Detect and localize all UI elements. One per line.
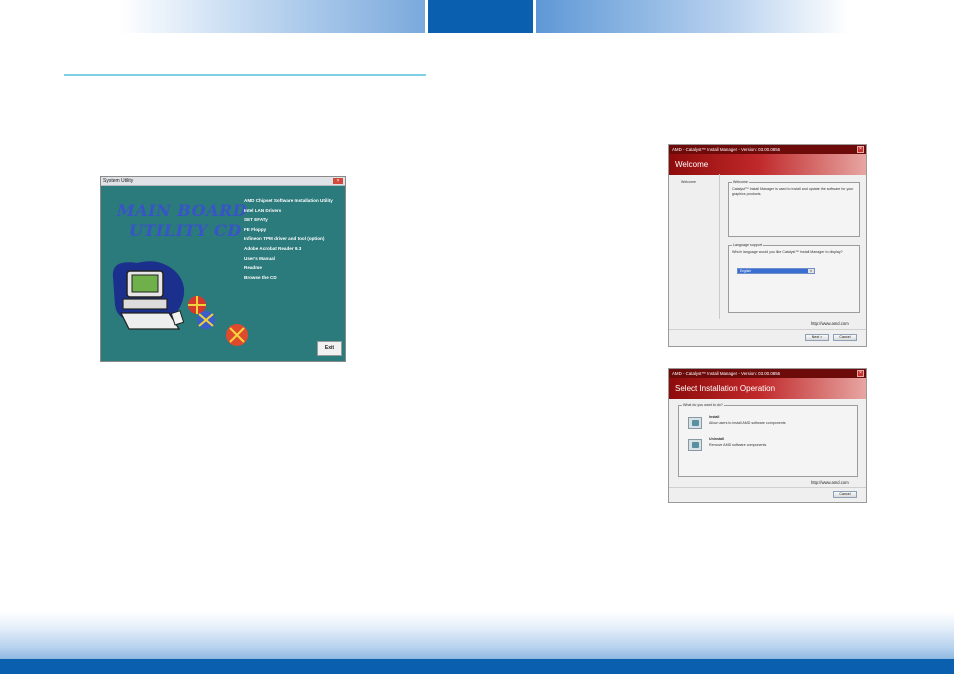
uninstall-desc: Remove AMD software components (709, 443, 767, 447)
dialog-title: AMD - Catalyst™ Install Manager - Versio… (672, 147, 781, 152)
exit-button[interactable]: Exit (317, 341, 342, 356)
menu-item-acrobat-reader[interactable]: Adobe Acrobat Reader 9.3 (244, 244, 333, 254)
install-option[interactable]: Install Allow users to install AMD softw… (688, 414, 848, 434)
footer-bar (0, 659, 954, 674)
computer-illustration (112, 261, 248, 346)
footer-band (0, 612, 954, 659)
dialog-titlebar: AMD - Catalyst™ Install Manager - Versio… (669, 145, 866, 154)
install-icon (688, 417, 702, 429)
step-divider (719, 174, 720, 319)
next-button[interactable]: Next > (805, 334, 829, 341)
chevron-down-icon[interactable]: ▾ (808, 269, 814, 273)
welcome-group-label: Welcome (732, 180, 749, 184)
header-band-right (536, 0, 954, 33)
menu-item-fe-floppy[interactable]: FE Floppy (244, 225, 333, 235)
menu-item-tpm-driver[interactable]: Infineon TPM driver and tool (option) (244, 234, 333, 244)
menu-item-set-efaty[interactable]: SET EFATy (244, 215, 333, 225)
language-group-label: Language support (732, 243, 763, 247)
install-title: Install (709, 415, 720, 419)
operation-group: What do you want to do? Install Allow us… (678, 403, 858, 477)
window-title: System Utility (103, 178, 134, 184)
uninstall-title: Uninstall (709, 437, 725, 441)
close-icon[interactable]: × (857, 370, 864, 377)
footer-divider (669, 487, 866, 488)
amd-url: http://www.amd.com (811, 480, 849, 485)
menu-item-lan-drivers[interactable]: Intel LAN Drivers (244, 206, 333, 216)
language-value: English (740, 269, 752, 273)
language-prompt: Which language would you like Catalyst™ … (732, 250, 843, 254)
welcome-banner: Welcome (669, 154, 866, 175)
section-rule (64, 74, 426, 76)
cd-title-line2: UTILITY CD (129, 221, 242, 240)
system-utility-window: System Utility × MAIN BOARD UTILITY CD A… (100, 176, 346, 362)
menu-item-amd-chipset[interactable]: AMD Chipset Software Installation Utilit… (244, 196, 333, 206)
cancel-button[interactable]: Cancel (833, 491, 857, 498)
welcome-text: Catalyst™ Install Manager is used to ins… (732, 187, 854, 196)
operation-dialog: AMD - Catalyst™ Install Manager - Versio… (668, 368, 867, 503)
amd-url: http://www.amd.com (811, 321, 849, 326)
operation-banner: Select Installation Operation (669, 378, 866, 399)
footer-divider (669, 329, 866, 330)
welcome-group: Welcome Catalyst™ Install Manager is use… (728, 180, 860, 237)
install-desc: Allow users to install AMD software comp… (709, 421, 786, 425)
close-icon[interactable]: × (333, 178, 343, 184)
welcome-dialog: AMD - Catalyst™ Install Manager - Versio… (668, 144, 867, 347)
header-band-left (0, 0, 425, 33)
language-select[interactable]: English ▾ (737, 268, 815, 274)
uninstall-option[interactable]: Uninstall Remove AMD software components (688, 436, 848, 456)
language-group: Language support Which language would yo… (728, 243, 860, 313)
cancel-button[interactable]: Cancel (833, 334, 857, 341)
dialog-titlebar: AMD - Catalyst™ Install Manager - Versio… (669, 369, 866, 378)
dialog-title: AMD - Catalyst™ Install Manager - Versio… (672, 371, 781, 376)
step-welcome: Welcome (681, 180, 696, 184)
operation-group-label: What do you want to do? (682, 403, 724, 407)
window-titlebar: System Utility × (101, 177, 345, 186)
header-band-center (428, 0, 533, 33)
close-icon[interactable]: × (857, 146, 864, 153)
uninstall-icon (688, 439, 702, 451)
cd-title-line1: MAIN BOARD (117, 201, 248, 220)
